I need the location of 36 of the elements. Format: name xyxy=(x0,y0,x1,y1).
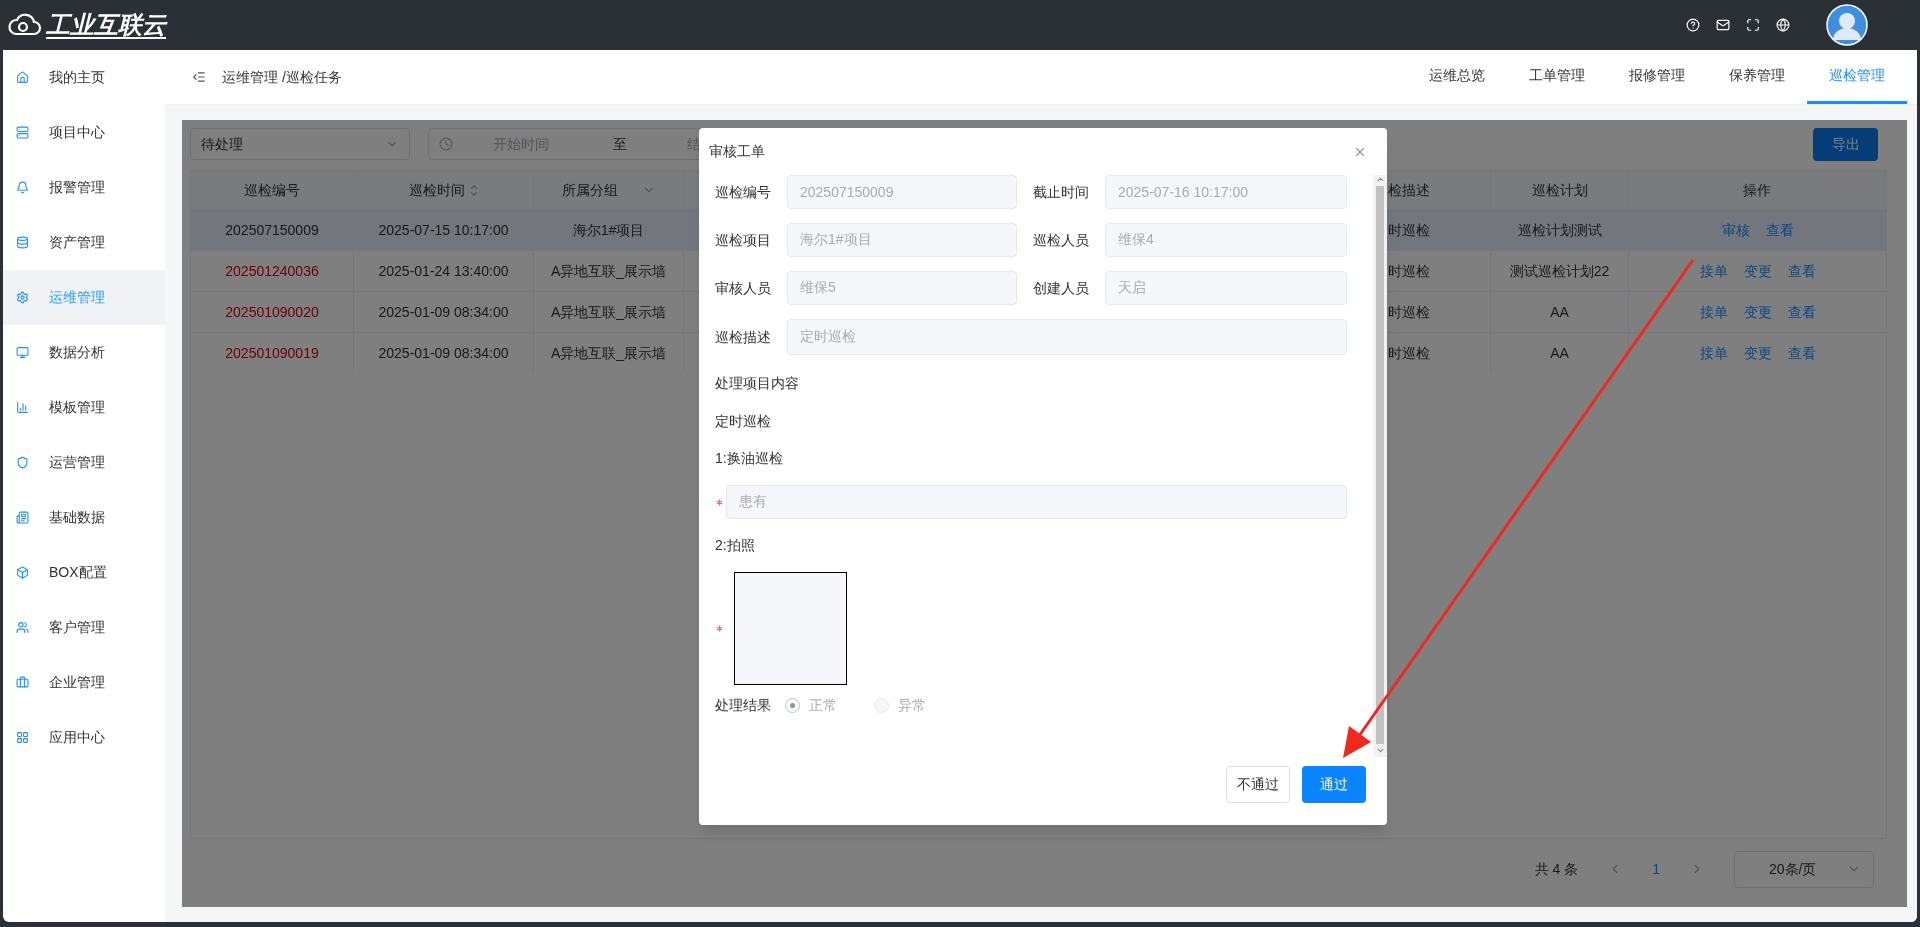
table-cell-text: 测试巡检计划22 xyxy=(1509,261,1610,281)
table-cell-text: AA xyxy=(1550,343,1569,363)
content-title: 定时巡检 xyxy=(715,412,772,431)
field-label: 审核人员 xyxy=(715,278,772,298)
table-cell-text: 时巡检 xyxy=(1388,343,1430,363)
table-cell-text: 时巡检 xyxy=(1388,261,1430,281)
field-label: 巡检项目 xyxy=(715,230,772,250)
field-label: 创建人员 xyxy=(1033,278,1090,298)
table-cell-text: 2025-01-09 08:34:00 xyxy=(378,302,509,322)
table-cell-text: 202501090020 xyxy=(225,302,319,322)
table-cell-text: 时巡检 xyxy=(1388,220,1430,240)
table-cell-text: 时巡检 xyxy=(1388,302,1430,322)
item-label: 1:换油巡检 xyxy=(715,449,784,468)
table-cell-text: AA xyxy=(1550,302,1569,322)
field-label: 巡检描述 xyxy=(715,328,772,347)
field-label: 处理结果 xyxy=(715,696,771,715)
table-cell-text: 巡检计划测试 xyxy=(1517,220,1602,240)
field-label: 巡检编号 xyxy=(715,182,772,202)
breadcrumb: 运维管理 /巡检任务 xyxy=(222,67,342,87)
table-cell-text: 2025-01-09 08:34:00 xyxy=(378,343,509,363)
table-cell-text: 202507150009 xyxy=(225,220,319,240)
total-count: 共 4 条 xyxy=(1534,859,1579,879)
table-cell-text: A异地互联_展示墙 xyxy=(550,302,667,322)
field-label: 巡检人员 xyxy=(1033,230,1090,250)
dialog-title: 审核工单 xyxy=(709,142,765,161)
field-label: 截止时间 xyxy=(1033,182,1090,202)
logo-text: 工业互联云 xyxy=(46,10,166,40)
table-cell-text: 2025-01-24 13:40:00 xyxy=(378,261,509,281)
table-cell-text: A异地互联_展示墙 xyxy=(550,261,667,281)
table-cell-text: 202501240036 xyxy=(225,261,319,281)
table-cell-text: 202501090019 xyxy=(225,343,319,363)
section-title: 处理项目内容 xyxy=(715,374,800,393)
table-cell-text: 2025-07-15 10:17:00 xyxy=(378,220,509,240)
table-cell-text: A异地互联_展示墙 xyxy=(550,343,667,363)
table-cell-text: 海尔1#项目 xyxy=(572,220,645,240)
item-label: 2:拍照 xyxy=(715,536,756,555)
